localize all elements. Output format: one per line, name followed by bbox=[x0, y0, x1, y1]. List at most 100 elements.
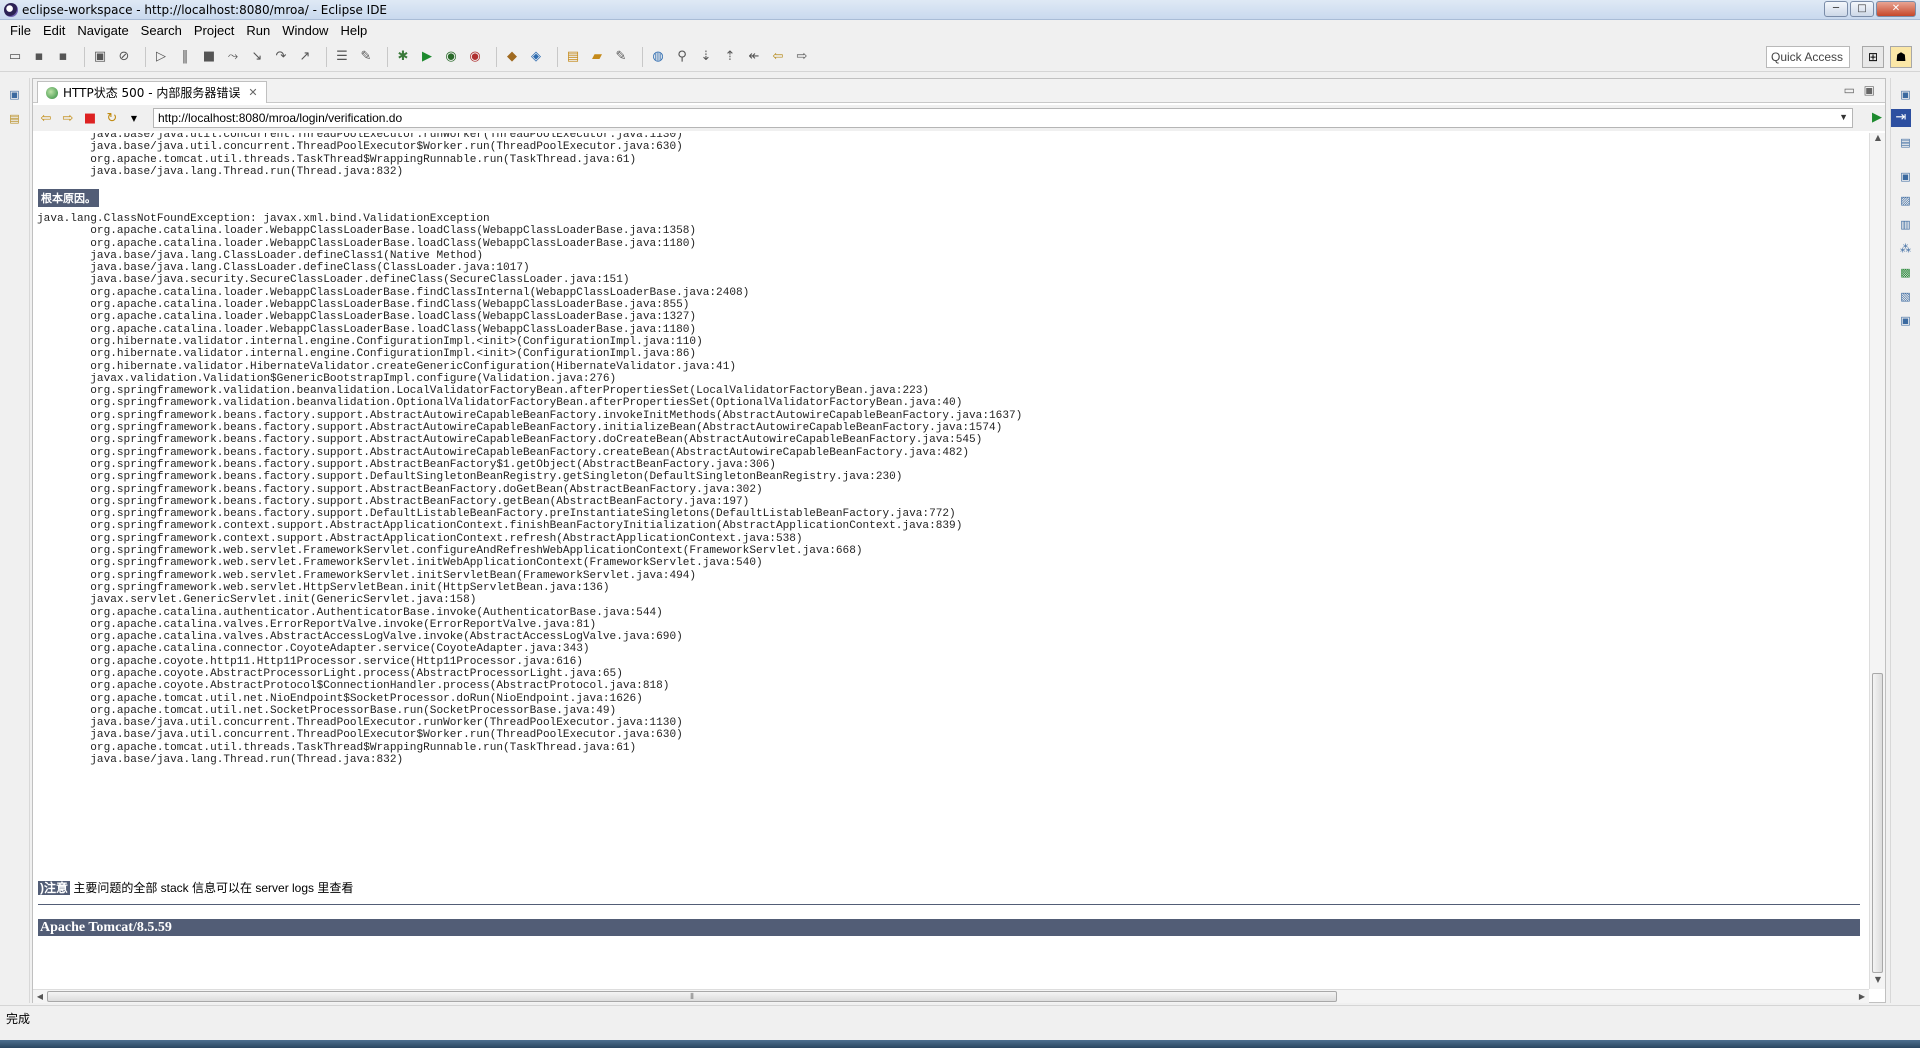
pin-editor-icon[interactable]: ⚲ bbox=[673, 48, 691, 66]
menu-navigate[interactable]: Navigate bbox=[71, 23, 134, 38]
save-icon[interactable]: ▪ bbox=[30, 48, 48, 66]
menu-project[interactable]: Project bbox=[188, 23, 240, 38]
data-source-icon[interactable]: ▩ bbox=[1898, 264, 1914, 280]
new-icon[interactable]: ▭ bbox=[6, 48, 24, 66]
menu-run[interactable]: Run bbox=[240, 23, 276, 38]
new-java-project-icon[interactable]: ◆ bbox=[503, 48, 521, 66]
servers-icon[interactable]: ⁂ bbox=[1898, 240, 1914, 256]
maximize-view-icon[interactable]: ▣ bbox=[1864, 83, 1875, 97]
tasks-icon[interactable]: ✎ bbox=[357, 48, 375, 66]
step-into-icon[interactable]: ↘ bbox=[248, 48, 266, 66]
horizontal-scrollbar[interactable]: ◀ ⦀ ▶ bbox=[33, 989, 1869, 1003]
tab-http-500[interactable]: HTTP状态 500 - 内部服务器错误 ✕ bbox=[37, 81, 267, 103]
external-tools-icon[interactable]: ◉ bbox=[466, 48, 484, 66]
go-icon[interactable]: ▶ bbox=[1867, 109, 1887, 127]
terminal-icon[interactable]: ▣ bbox=[91, 48, 109, 66]
markers-icon[interactable]: ▨ bbox=[1898, 192, 1914, 208]
scroll-up-icon[interactable]: ▲ bbox=[1870, 133, 1886, 147]
note-label: )注意 bbox=[38, 881, 70, 895]
previous-annotation-icon[interactable]: ⇡ bbox=[721, 48, 739, 66]
open-perspective-icon[interactable]: ⊞ bbox=[1862, 46, 1884, 68]
vertical-scroll-thumb[interactable] bbox=[1872, 673, 1883, 973]
scroll-down-icon[interactable]: ▼ bbox=[1870, 975, 1886, 989]
open-type-icon[interactable]: ▤ bbox=[564, 48, 582, 66]
os-taskbar bbox=[0, 1040, 1920, 1048]
back-icon[interactable]: ⇦ bbox=[769, 48, 787, 66]
task-list-icon[interactable]: ▤ bbox=[1898, 134, 1914, 150]
scroll-right-icon[interactable]: ▶ bbox=[1855, 990, 1869, 1004]
open-external-icon[interactable]: ⇥ bbox=[1891, 109, 1911, 127]
run-icon[interactable]: ▶ bbox=[418, 48, 436, 66]
disconnect-icon[interactable]: ⤳ bbox=[224, 48, 242, 66]
toolbar-separator bbox=[642, 46, 643, 67]
window-title: eclipse-workspace - http://localhost:808… bbox=[22, 2, 388, 17]
debug-icon[interactable]: ✱ bbox=[394, 48, 412, 66]
coverage-icon[interactable]: ◉ bbox=[442, 48, 460, 66]
menu-bar: File Edit Navigate Search Project Run Wi… bbox=[0, 20, 1920, 40]
forward-arrow-icon[interactable]: ⇨ bbox=[59, 109, 77, 127]
step-return-icon[interactable]: ↗ bbox=[296, 48, 314, 66]
globe-icon bbox=[46, 86, 58, 99]
quick-access-input[interactable]: Quick Access bbox=[1766, 46, 1850, 68]
vertical-scrollbar[interactable]: ▲ ▼ bbox=[1869, 133, 1885, 989]
web-browser-icon[interactable]: ◍ bbox=[649, 48, 667, 66]
toolbar-separator bbox=[145, 46, 146, 67]
close-tab-icon[interactable]: ✕ bbox=[248, 86, 257, 99]
suspend-icon[interactable]: ‖ bbox=[176, 48, 194, 66]
status-text: 完成 bbox=[6, 1012, 31, 1026]
minimize-view-icon[interactable]: ▭ bbox=[1844, 83, 1855, 97]
tab-label: HTTP状态 500 - 内部服务器错误 bbox=[63, 86, 241, 100]
step-over-icon[interactable]: ↷ bbox=[272, 48, 290, 66]
terminate-icon[interactable]: ■ bbox=[200, 48, 218, 66]
back-arrow-icon[interactable]: ⇦ bbox=[37, 109, 55, 127]
open-folder-icon[interactable]: ▰ bbox=[588, 48, 606, 66]
restore-icon[interactable]: ▣ bbox=[1898, 168, 1914, 184]
close-button[interactable]: ✕ bbox=[1876, 1, 1916, 17]
forward-icon[interactable]: ⇨ bbox=[793, 48, 811, 66]
note: )注意 主要问题的全部 stack 信息可以在 server logs 里查看 bbox=[38, 879, 353, 896]
window-controls: ─ □ ✕ bbox=[1824, 1, 1916, 17]
toolbar-separator bbox=[496, 46, 497, 67]
resume-icon[interactable]: ▷ bbox=[152, 48, 170, 66]
new-package-icon[interactable]: ◈ bbox=[527, 48, 545, 66]
menu-window[interactable]: Window bbox=[276, 23, 334, 38]
stop-icon[interactable]: ■ bbox=[81, 109, 99, 127]
horizontal-scroll-thumb[interactable]: ⦀ bbox=[47, 991, 1337, 1002]
last-edit-icon[interactable]: ↞ bbox=[745, 48, 763, 66]
menu-search[interactable]: Search bbox=[135, 23, 188, 38]
main-toolbar: ▭ ▪ ▪ ▣ ⊘ ▷ ‖ ■ ⤳ ↘ ↷ ↗ ☰ ✎ ✱ ▶ ◉ ◉ ◆ ◈ … bbox=[0, 42, 1920, 72]
url-history-dropdown-icon[interactable]: ▼ bbox=[1839, 112, 1848, 122]
maximize-button[interactable]: □ bbox=[1850, 1, 1874, 17]
divider bbox=[38, 904, 1860, 905]
open-task-icon[interactable]: ☰ bbox=[333, 48, 351, 66]
scroll-left-icon[interactable]: ◀ bbox=[33, 990, 47, 1004]
snippets-icon[interactable]: ▧ bbox=[1898, 288, 1914, 304]
menu-file[interactable]: File bbox=[4, 23, 37, 38]
console-icon[interactable]: ▣ bbox=[1898, 312, 1914, 328]
editor-tab-row: HTTP状态 500 - 内部服务器错误 ✕ ▭ ▣ bbox=[33, 79, 1885, 103]
url-input[interactable]: http://localhost:8080/mroa/login/verific… bbox=[153, 108, 1853, 128]
menu-help[interactable]: Help bbox=[334, 23, 373, 38]
restore-icon[interactable]: ▣ bbox=[7, 86, 23, 102]
project-explorer-icon[interactable]: ▤ bbox=[7, 110, 23, 126]
browser-editor: HTTP状态 500 - 内部服务器错误 ✕ ▭ ▣ ⇦ ⇨ ■ ↻ ▼ htt… bbox=[32, 78, 1911, 1003]
status-bar: 完成 bbox=[0, 1005, 1920, 1027]
window-titlebar: eclipse-workspace - http://localhost:808… bbox=[0, 0, 1920, 20]
root-cause-heading: 根本原因。 bbox=[38, 189, 99, 207]
eclipse-icon bbox=[4, 2, 18, 17]
toolbar-separator bbox=[557, 46, 558, 67]
page-content: java.base/java.util.concurrent.ThreadPoo… bbox=[33, 133, 1869, 989]
search-icon[interactable]: ✎ bbox=[612, 48, 630, 66]
restore-icon[interactable]: ▣ bbox=[1898, 86, 1914, 102]
skip-breakpoints-icon[interactable]: ⊘ bbox=[115, 48, 133, 66]
java-ee-perspective-icon[interactable]: ☗ bbox=[1890, 46, 1912, 68]
dropdown-arrow-icon[interactable]: ▼ bbox=[125, 109, 143, 127]
properties-icon[interactable]: ▥ bbox=[1898, 216, 1914, 232]
toolbar-separator bbox=[387, 46, 388, 67]
menu-edit[interactable]: Edit bbox=[37, 23, 71, 38]
refresh-icon[interactable]: ↻ bbox=[103, 109, 121, 127]
next-annotation-icon[interactable]: ⇣ bbox=[697, 48, 715, 66]
minimize-button[interactable]: ─ bbox=[1824, 1, 1848, 17]
server-version: Apache Tomcat/8.5.59 bbox=[38, 919, 1860, 936]
save-all-icon[interactable]: ▪ bbox=[54, 48, 72, 66]
